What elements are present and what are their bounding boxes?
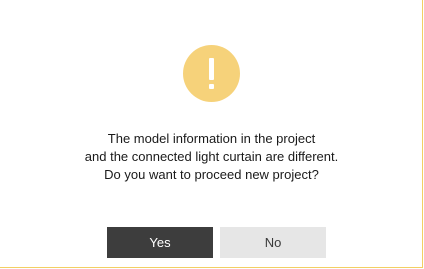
message-line-3: Do you want to proceed new project? xyxy=(104,167,319,182)
message-line-2: and the connected light curtain are diff… xyxy=(84,149,339,164)
exclamation-icon xyxy=(209,58,214,89)
confirm-dialog: The model information in the project and… xyxy=(0,0,423,268)
yes-button[interactable]: Yes xyxy=(107,227,213,258)
no-button[interactable]: No xyxy=(220,227,326,258)
message-line-1: The model information in the project xyxy=(107,131,316,146)
warning-icon xyxy=(183,45,240,102)
dialog-message: The model information in the project and… xyxy=(0,130,423,184)
